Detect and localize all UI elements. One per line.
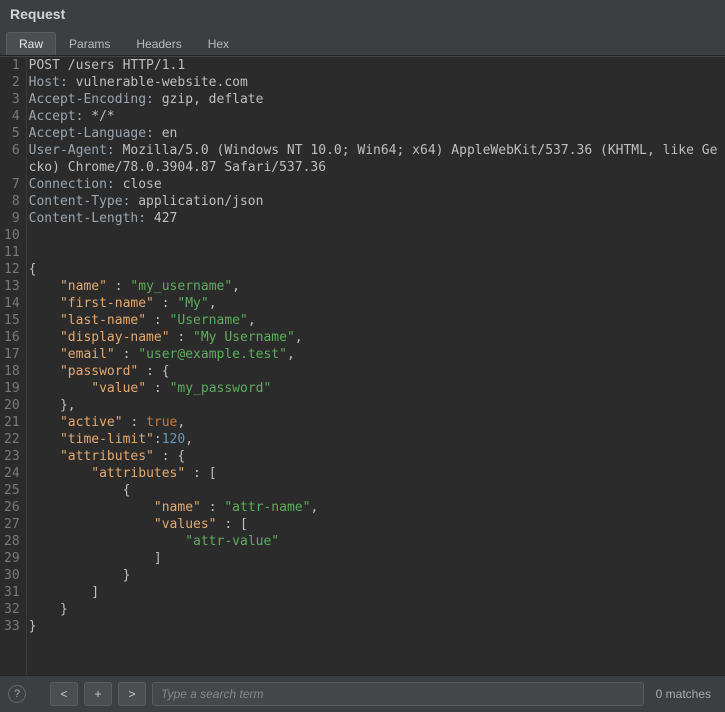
search-next-button[interactable]: > xyxy=(118,682,146,706)
line-number-gutter: 1234567891011121314151617181920212223242… xyxy=(0,57,27,675)
tab-params[interactable]: Params xyxy=(56,32,123,55)
search-add-button[interactable]: + xyxy=(84,682,112,706)
search-input[interactable] xyxy=(152,682,644,706)
raw-code[interactable]: POST /users HTTP/1.1Host: vulnerable-web… xyxy=(27,57,725,675)
tab-headers[interactable]: Headers xyxy=(123,32,194,55)
footer-bar: ? < + > 0 matches xyxy=(0,675,725,712)
tab-bar: Raw Params Headers Hex xyxy=(0,28,725,56)
tab-hex[interactable]: Hex xyxy=(195,32,242,55)
tab-raw[interactable]: Raw xyxy=(6,32,56,55)
search-prev-button[interactable]: < xyxy=(50,682,78,706)
search-matches-count: 0 matches xyxy=(650,687,717,701)
panel-title: Request xyxy=(0,0,725,28)
raw-editor[interactable]: 1234567891011121314151617181920212223242… xyxy=(0,56,725,675)
help-button[interactable]: ? xyxy=(8,685,26,703)
